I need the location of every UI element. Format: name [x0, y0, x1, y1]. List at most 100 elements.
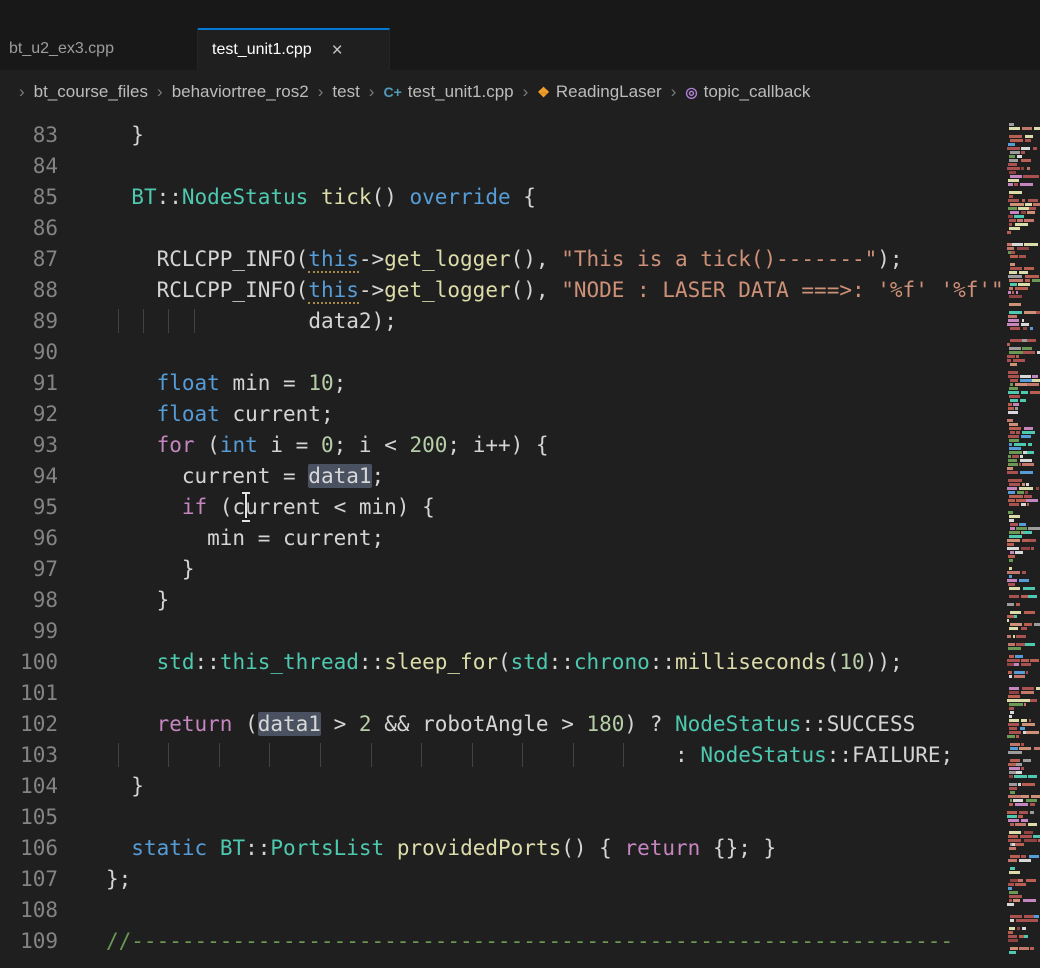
- code-line[interactable]: 90: [0, 337, 1004, 368]
- code-line[interactable]: 86: [0, 213, 1004, 244]
- line-number[interactable]: 87: [0, 244, 58, 275]
- minimap-token: [1007, 247, 1014, 250]
- code-line[interactable]: 107};: [0, 864, 1004, 895]
- minimap-token: [1009, 443, 1012, 446]
- minimap-token: [1034, 915, 1038, 918]
- line-number[interactable]: 105: [0, 802, 58, 833]
- code-line[interactable]: 85 BT::NodeStatus tick() override {: [0, 182, 1004, 213]
- line-number[interactable]: 104: [0, 771, 58, 802]
- code-line[interactable]: 106 static BT::PortsList providedPorts()…: [0, 833, 1004, 864]
- code-token: std: [157, 650, 195, 674]
- breadcrumb-item-test[interactable]: test: [332, 82, 359, 102]
- line-number[interactable]: 85: [0, 182, 58, 213]
- minimap-token: [1010, 379, 1018, 382]
- minimap-token: [1009, 703, 1023, 706]
- breadcrumb-item-ReadingLaser[interactable]: ❖ReadingLaser: [537, 82, 661, 102]
- line-number[interactable]: 90: [0, 337, 58, 368]
- line-number[interactable]: 84: [0, 151, 58, 182]
- line-number[interactable]: 103: [0, 740, 58, 771]
- line-number[interactable]: 91: [0, 368, 58, 399]
- minimap-token: [1019, 271, 1029, 274]
- code-token: this_thread: [220, 650, 359, 674]
- line-number[interactable]: 108: [0, 895, 58, 926]
- code-line[interactable]: 101: [0, 678, 1004, 709]
- code-line[interactable]: 83 }: [0, 120, 1004, 151]
- minimap-token: [1020, 835, 1032, 838]
- minimap-token: [1009, 675, 1012, 678]
- line-number[interactable]: 106: [0, 833, 58, 864]
- breadcrumb-separator-icon: ›: [318, 82, 324, 102]
- minimap-token: [1008, 319, 1020, 322]
- code-line[interactable]: 97 }: [0, 554, 1004, 585]
- code-line[interactable]: 100 std::this_thread::sleep_for(std::chr…: [0, 647, 1004, 678]
- code-line[interactable]: 88 RCLCPP_INFO(this->get_logger(), "NODE…: [0, 275, 1004, 306]
- line-number[interactable]: 107: [0, 864, 58, 895]
- minimap-token: [1021, 691, 1034, 694]
- code-line[interactable]: 109//-----------------------------------…: [0, 926, 1004, 957]
- line-number[interactable]: 83: [0, 120, 58, 151]
- minimap-token: [1024, 267, 1034, 270]
- code-line[interactable]: 99: [0, 616, 1004, 647]
- line-number[interactable]: 89: [0, 306, 58, 337]
- tab-test_unit1-cpp[interactable]: test_unit1.cpp ×: [198, 28, 390, 70]
- code-line[interactable]: 102 return (data1 > 2 && robotAngle > 18…: [0, 709, 1004, 740]
- code-line[interactable]: 98 }: [0, 585, 1004, 616]
- code-line[interactable]: 95 if (current < min) {: [0, 492, 1004, 523]
- code-line[interactable]: 96 min = current;: [0, 523, 1004, 554]
- code-token: [220, 309, 309, 333]
- code-token: BT: [131, 185, 156, 209]
- line-number[interactable]: 102: [0, 709, 58, 740]
- minimap-token: [1031, 547, 1034, 550]
- minimap-line: [1007, 774, 1038, 778]
- minimap-line: [1007, 174, 1038, 178]
- code-token: data2);: [308, 309, 397, 333]
- minimap-token: [1021, 627, 1027, 630]
- line-number[interactable]: 96: [0, 523, 58, 554]
- line-number[interactable]: 95: [0, 492, 58, 523]
- code-line[interactable]: 93 for (int i = 0; i < 200; i++) {: [0, 430, 1004, 461]
- minimap-token: [1009, 655, 1014, 658]
- minimap-token: [1025, 139, 1031, 142]
- code-line[interactable]: 92 float current;: [0, 399, 1004, 430]
- breadcrumb-item-topic_callback[interactable]: ◎topic_callback: [685, 82, 810, 102]
- line-number[interactable]: 109: [0, 926, 58, 957]
- line-number[interactable]: 92: [0, 399, 58, 430]
- code-line[interactable]: 94 current = data1;: [0, 461, 1004, 492]
- line-number[interactable]: 97: [0, 554, 58, 585]
- minimap[interactable]: [1004, 114, 1040, 968]
- code-line[interactable]: 103 : NodeStatus::FAILURE;: [0, 740, 1004, 771]
- code-line[interactable]: 91 float min = 10;: [0, 368, 1004, 399]
- code-line[interactable]: 84: [0, 151, 1004, 182]
- code-line[interactable]: 89 data2);: [0, 306, 1004, 337]
- minimap-line: [1007, 918, 1038, 922]
- breadcrumb-item-bt_course_files[interactable]: bt_course_files: [34, 82, 148, 102]
- code-line[interactable]: 108: [0, 895, 1004, 926]
- minimap-token: [1020, 455, 1023, 458]
- code-line[interactable]: 104 }: [0, 771, 1004, 802]
- line-number[interactable]: 100: [0, 647, 58, 678]
- line-number[interactable]: 86: [0, 213, 58, 244]
- line-number[interactable]: 99: [0, 616, 58, 647]
- code-token: [106, 836, 131, 860]
- line-number[interactable]: 101: [0, 678, 58, 709]
- tab-bt_u2_ex3-cpp[interactable]: bt_u2_ex3.cpp: [0, 28, 198, 70]
- minimap-line: [1007, 834, 1038, 838]
- code-text: }: [58, 554, 1004, 585]
- minimap-line: [1007, 338, 1038, 342]
- breadcrumb-item-test_unit1.cpp[interactable]: C+test_unit1.cpp: [383, 82, 513, 102]
- code-line[interactable]: 87 RCLCPP_INFO(this->get_logger(), "This…: [0, 244, 1004, 275]
- line-number[interactable]: 98: [0, 585, 58, 616]
- line-number[interactable]: 94: [0, 461, 58, 492]
- code-token: (: [195, 433, 220, 457]
- code-token: ::: [245, 836, 270, 860]
- minimap-token: [1009, 279, 1022, 282]
- line-number[interactable]: 88: [0, 275, 58, 306]
- code-line[interactable]: 105: [0, 802, 1004, 833]
- minimap-token: [1021, 595, 1028, 598]
- code-text: RCLCPP_INFO(this->get_logger(), "This is…: [58, 244, 1004, 275]
- close-icon[interactable]: ×: [332, 41, 343, 60]
- line-number[interactable]: 93: [0, 430, 58, 461]
- minimap-token: [1008, 555, 1015, 558]
- breadcrumb-item-behaviortree_ros2[interactable]: behaviortree_ros2: [172, 82, 309, 102]
- editor[interactable]: 83 }8485 BT::NodeStatus tick() override …: [0, 114, 1004, 968]
